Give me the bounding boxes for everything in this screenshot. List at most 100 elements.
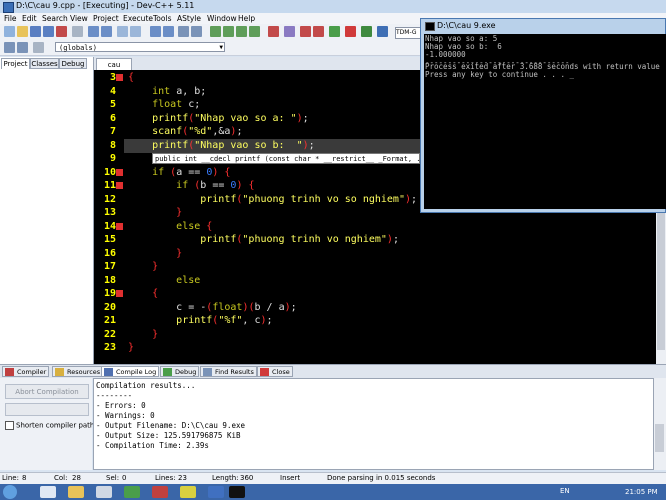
devcpp-taskbar-icon[interactable]	[208, 486, 224, 498]
cancel-icon[interactable]	[345, 26, 356, 37]
toggle-bookmark-icon[interactable]	[178, 26, 189, 37]
tab-resources[interactable]: Resources	[52, 366, 104, 377]
editor-scrollbar-thumb[interactable]	[657, 210, 665, 350]
status-col: 28	[72, 474, 81, 482]
menu-execute[interactable]: Execute	[123, 14, 153, 23]
new-class-icon[interactable]	[377, 26, 388, 37]
tab-debug[interactable]: Debug	[59, 58, 87, 69]
chart-icon[interactable]	[361, 26, 372, 37]
tab-label: Resources	[67, 368, 101, 376]
goto-bookmark-icon[interactable]	[191, 26, 202, 37]
log-line: Compilation results...	[96, 381, 196, 390]
status-lines: 23	[178, 474, 187, 482]
log-line: - Output Size: 125.591796875 KiB	[96, 431, 241, 440]
unindent-icon[interactable]	[163, 26, 174, 37]
chrome-icon[interactable]	[124, 486, 140, 498]
chevron-down-icon: ▼	[219, 44, 223, 51]
console-title-bar[interactable]: D:\C\cau 9.exe	[421, 19, 665, 33]
tab-close[interactable]: Close	[257, 366, 293, 377]
compile-run-icon[interactable]	[236, 26, 247, 37]
menu-project[interactable]: Project	[93, 14, 119, 23]
menu-view[interactable]: View	[70, 14, 88, 23]
find-icon[interactable]	[117, 26, 128, 37]
debug-icon[interactable]	[284, 26, 295, 37]
folder-icon[interactable]	[180, 486, 196, 498]
abort-compilation-button[interactable]: Abort Compilation	[5, 384, 89, 399]
line-number: 20	[103, 301, 116, 313]
delete-profile-icon[interactable]	[313, 26, 324, 37]
compiler-select[interactable]: TDM-G	[395, 27, 422, 39]
check-syntax-icon[interactable]	[329, 26, 340, 37]
log-line: - Warnings: 0	[96, 411, 155, 420]
undo-icon[interactable]	[88, 26, 99, 37]
menu-help[interactable]: Help	[238, 14, 255, 23]
line-number: 10	[103, 166, 116, 178]
app-icon[interactable]	[152, 486, 168, 498]
clock[interactable]: 21:05 PM	[625, 488, 658, 496]
fold-toggle-icon[interactable]	[116, 290, 123, 297]
menu-search[interactable]: Search	[42, 14, 68, 23]
goto-forward-icon[interactable]	[17, 42, 28, 53]
fold-toggle-icon[interactable]	[116, 222, 123, 230]
language-indicator[interactable]: EN	[560, 487, 570, 495]
editor-tab-cau9[interactable]: cau 9.cpp	[96, 58, 132, 81]
rebuild-icon[interactable]	[249, 26, 260, 37]
code-line: printf("Nhap vao so a: ");	[152, 112, 309, 124]
tab-label: Close	[272, 368, 290, 376]
save-icon[interactable]	[30, 26, 41, 37]
tab-compiler[interactable]: Compiler	[2, 366, 50, 377]
explorer-icon[interactable]	[68, 486, 84, 498]
console-title: D:\C\cau 9.exe	[437, 21, 496, 30]
tab-project[interactable]: Project	[1, 58, 30, 69]
menu-window[interactable]: Window	[207, 14, 237, 23]
menu-astyle[interactable]: AStyle	[177, 14, 201, 23]
replace-icon[interactable]	[130, 26, 141, 37]
line-number: 21	[103, 315, 116, 326]
ie-icon[interactable]	[40, 486, 56, 498]
goto-back-icon[interactable]	[4, 42, 15, 53]
indent-icon[interactable]	[150, 26, 161, 37]
log-scrollbar-thumb[interactable]	[655, 424, 664, 452]
stop-execution-icon[interactable]	[268, 26, 279, 37]
status-length: 360	[240, 474, 254, 482]
class-browser-icon[interactable]	[33, 42, 44, 53]
run-icon[interactable]	[223, 26, 234, 37]
print-icon[interactable]	[72, 26, 83, 37]
line-number: 9	[109, 153, 116, 164]
profile-icon[interactable]	[300, 26, 311, 37]
new-file-icon[interactable]	[4, 26, 15, 37]
compile-icon[interactable]	[210, 26, 221, 37]
line-number: 17	[103, 261, 116, 272]
menu-file[interactable]: File	[4, 14, 17, 23]
devcpp-app-icon	[3, 2, 14, 13]
debug-icon	[163, 368, 172, 376]
save-all-icon[interactable]	[43, 26, 54, 37]
console-taskbar-icon[interactable]	[229, 486, 245, 498]
menu-tools[interactable]: Tools	[153, 14, 171, 23]
tab-compile-log[interactable]: Compile Log	[101, 366, 160, 377]
tab-label: Compiler	[17, 368, 47, 376]
fold-toggle-icon[interactable]	[116, 168, 123, 176]
menu-edit[interactable]: Edit	[22, 14, 37, 23]
code-line: printf("%f", c);	[176, 315, 273, 326]
tab-classes[interactable]: Classes	[30, 58, 59, 69]
windows-start-icon[interactable]	[3, 485, 17, 499]
media-player-icon[interactable]	[96, 486, 112, 498]
open-file-icon[interactable]	[17, 26, 28, 37]
code-line: c = -(float)(b / a);	[176, 301, 297, 313]
log-line: - Errors: 0	[96, 401, 146, 410]
fold-toggle-icon[interactable]	[116, 74, 123, 81]
status-message: Done parsing in 0.015 seconds	[327, 474, 436, 482]
fold-toggle-icon[interactable]	[116, 182, 123, 189]
shorten-paths-checkbox[interactable]: Shorten compiler paths	[5, 421, 98, 430]
checkbox-box[interactable]	[5, 421, 14, 430]
close-file-icon[interactable]	[56, 26, 67, 37]
scope-select[interactable]: (globals) ▼	[55, 42, 225, 52]
line-number: 19	[103, 288, 116, 299]
code-line: else	[176, 274, 201, 286]
tab-find-results[interactable]: Find Results	[200, 366, 257, 377]
redo-icon[interactable]	[101, 26, 112, 37]
tab-debug-bottom[interactable]: Debug	[160, 366, 200, 377]
code-line: float c;	[152, 99, 201, 110]
main-toolbar	[0, 24, 420, 41]
